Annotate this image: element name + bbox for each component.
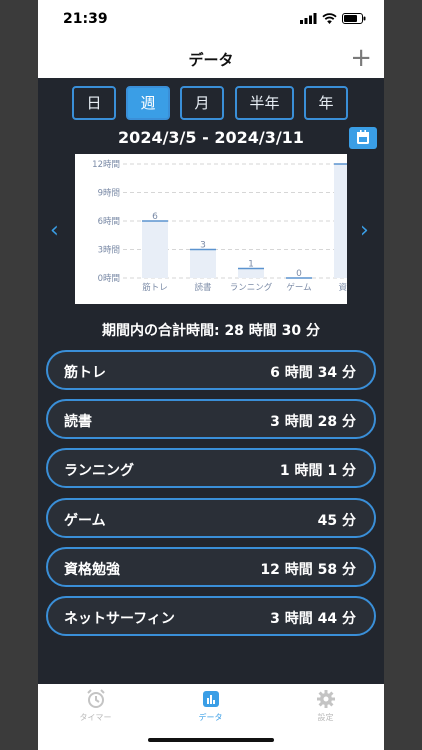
activity-name: ネットサーフィン bbox=[64, 611, 175, 627]
bar bbox=[334, 164, 360, 278]
y-tick-label: 6時間 bbox=[98, 217, 120, 227]
bar-value-label: 0 bbox=[296, 269, 302, 279]
x-tick-label: 資格 bbox=[338, 282, 347, 293]
activity-duration: 3 時間 28 分 bbox=[270, 414, 356, 430]
total-time: 期間内の合計時間: 28 時間 30 分 bbox=[101, 323, 321, 339]
activity-duration: 12 時間 58 分 bbox=[260, 562, 356, 578]
bar-chart: 0時間 3時間 6時間 9時間 12時間 6 筋トレ 3 読書 1 ランニング 0 ゲーム 資格 bbox=[92, 160, 360, 293]
activity-row-netsurfing[interactable]: ネットサーフィン 3 時間 44 分 bbox=[46, 596, 376, 636]
chart-container: 0時間 3時間 6時間 9時間 12時間 6 筋トレ 3 読書 1 ランニング 0 ゲーム 資格 bbox=[75, 154, 360, 304]
page-title: データ bbox=[188, 51, 234, 69]
activity-name: 読書 bbox=[64, 414, 92, 430]
gear-icon bbox=[316, 690, 335, 708]
device-frame-left bbox=[0, 0, 38, 750]
activity-duration: 45 分 bbox=[317, 513, 356, 529]
nav-bar: データ + bbox=[38, 40, 384, 78]
x-tick-label: ゲーム bbox=[286, 282, 311, 293]
device-frame-right bbox=[384, 0, 422, 750]
period-tab-year[interactable]: 年 bbox=[304, 86, 348, 120]
activity-row-game[interactable]: ゲーム 45 分 bbox=[46, 498, 376, 538]
phone-screen: 21:39 データ + 日 週 月 半年 年 2024/3/5 - 2024/3 bbox=[38, 0, 384, 750]
alarm-clock-icon bbox=[86, 689, 105, 708]
activity-row-strength[interactable]: 筋トレ 6 時間 34 分 bbox=[46, 350, 376, 390]
period-tab-day[interactable]: 日 bbox=[72, 86, 116, 120]
date-range: 2024/3/5 - 2024/3/11 bbox=[118, 128, 304, 147]
tab-timer[interactable]: タイマー bbox=[38, 688, 153, 723]
activity-name: 筋トレ bbox=[64, 365, 106, 381]
status-time: 21:39 bbox=[63, 11, 108, 27]
activity-duration: 6 時間 34 分 bbox=[270, 365, 356, 381]
period-tab-week[interactable]: 週 bbox=[126, 86, 170, 120]
period-tab-half-year[interactable]: 半年 bbox=[235, 86, 294, 120]
bar-value-label: 3 bbox=[200, 241, 206, 251]
activity-row-reading[interactable]: 読書 3 時間 28 分 bbox=[46, 399, 376, 439]
add-button[interactable]: + bbox=[350, 44, 372, 72]
calendar-button[interactable] bbox=[349, 127, 377, 149]
bar bbox=[238, 268, 264, 278]
activity-row-running[interactable]: ランニング 1 時間 1 分 bbox=[46, 448, 376, 488]
period-tab-month[interactable]: 月 bbox=[180, 86, 224, 120]
x-tick-label: ランニング bbox=[230, 282, 273, 293]
x-tick-label: 筋トレ bbox=[142, 282, 168, 293]
previous-week-arrow[interactable]: ‹ bbox=[50, 218, 59, 243]
tab-settings[interactable]: 設定 bbox=[268, 688, 383, 723]
activity-name: ランニング bbox=[64, 463, 134, 479]
bar-value-label: 6 bbox=[152, 212, 158, 222]
activity-row-certification[interactable]: 資格勉強 12 時間 58 分 bbox=[46, 547, 376, 587]
y-tick-label: 9時間 bbox=[98, 189, 120, 199]
tab-label: 設定 bbox=[317, 713, 334, 722]
tab-label: データ bbox=[198, 713, 223, 722]
y-tick-label: 12時間 bbox=[92, 160, 120, 170]
y-tick-label: 3時間 bbox=[98, 246, 120, 256]
y-tick-label: 0時間 bbox=[98, 274, 120, 284]
activity-duration: 3 時間 44 分 bbox=[270, 611, 356, 627]
activity-name: 資格勉強 bbox=[64, 562, 120, 578]
x-tick-label: 読書 bbox=[194, 282, 212, 293]
bar-chart-icon bbox=[202, 691, 219, 707]
bar bbox=[190, 249, 216, 278]
battery-icon bbox=[342, 13, 366, 24]
activity-duration: 1 時間 1 分 bbox=[279, 463, 356, 479]
tab-label: タイマー bbox=[79, 713, 112, 722]
bar-value-label: 1 bbox=[248, 260, 254, 270]
tab-data[interactable]: データ bbox=[153, 688, 268, 723]
calendar-icon bbox=[357, 130, 369, 144]
signal-icon bbox=[300, 13, 317, 24]
home-indicator bbox=[148, 738, 274, 742]
wifi-icon bbox=[322, 13, 337, 24]
activity-name: ゲーム bbox=[64, 513, 106, 529]
bar bbox=[142, 221, 168, 278]
status-bar: 21:39 bbox=[38, 0, 384, 40]
next-week-arrow[interactable]: › bbox=[360, 218, 369, 243]
